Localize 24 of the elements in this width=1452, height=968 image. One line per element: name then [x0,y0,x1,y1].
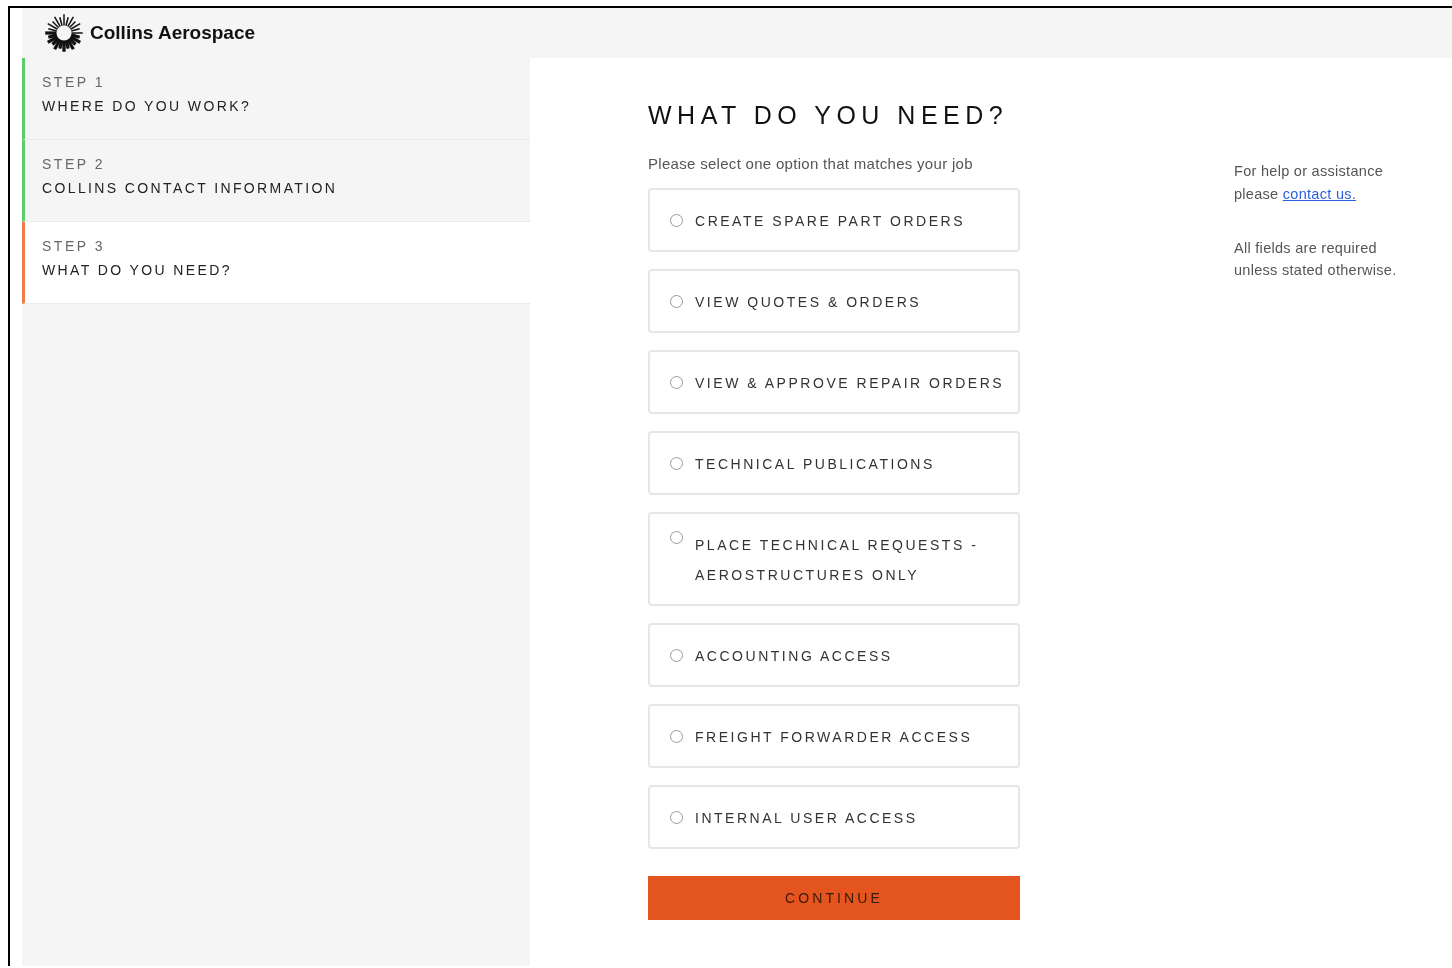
option-card[interactable]: ACCOUNTING ACCESS [648,623,1020,687]
logo-text: Collins Aerospace [90,22,256,44]
step-item[interactable]: STEP 3 WHAT DO YOU NEED? [22,222,530,304]
option-card[interactable]: INTERNAL USER ACCESS [648,785,1020,849]
step-title: WHERE DO YOU WORK? [42,98,252,114]
step-title: WHAT DO YOU NEED? [42,262,232,278]
required-note: All fields are required unless stated otherwise. [1234,239,1398,280]
step-item[interactable]: STEP 1 WHERE DO YOU WORK? [22,58,530,140]
logo-icon [44,13,84,53]
option-card[interactable]: VIEW QUOTES & ORDERS [648,269,1020,333]
help-text: For help or assistance please contact us. [1234,162,1385,204]
option-card[interactable]: PLACE TECHNICAL REQUESTS - AEROSTRUCTURES ONLY [648,512,1020,606]
step-number: STEP 1 [42,74,106,90]
page-title: WHAT DO YOU NEED? [648,101,1010,130]
option-card[interactable]: TECHNICAL PUBLICATIONS [648,431,1020,495]
instruction-text: Please select one option that matches your job [648,155,974,172]
step-number: STEP 2 [42,156,106,172]
option-card[interactable]: VIEW & APPROVE REPAIR ORDERS [648,350,1020,414]
contact-link[interactable]: contact us. [1282,186,1357,202]
step-title: COLLINS CONTACT INFORMATION [42,180,338,196]
option-card[interactable]: FREIGHT FORWARDER ACCESS [648,704,1020,768]
continue-button[interactable]: CONTINUE [648,876,1020,920]
step-number: STEP 3 [42,238,106,254]
option-card[interactable]: CREATE SPARE PART ORDERS [648,188,1020,252]
